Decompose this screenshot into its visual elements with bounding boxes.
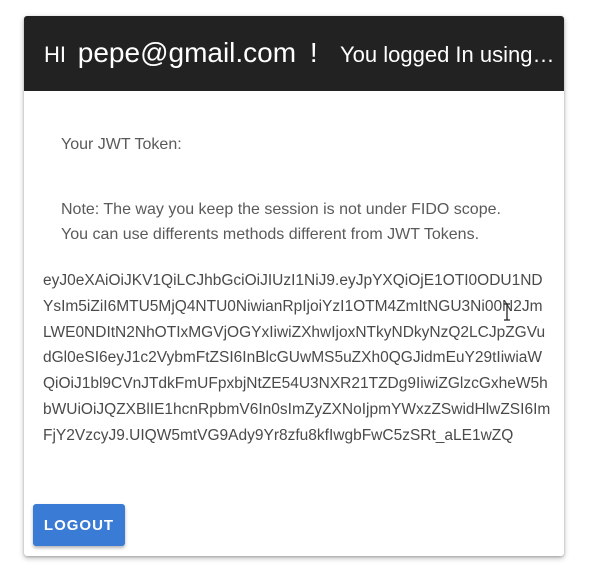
jwt-token-value[interactable]: eyJ0eXAiOiJKV1QiLCJhbGciOiJIUzI1NiJ9.eyJ… xyxy=(43,268,551,449)
note-line-1: Note: The way you keep the session is no… xyxy=(61,201,501,218)
greeting: HI pepe@gmail.com ! xyxy=(44,36,318,72)
session-note: Note: The way you keep the session is no… xyxy=(61,197,531,247)
greeting-exclamation: ! xyxy=(309,37,318,68)
text-cursor-icon xyxy=(504,303,510,321)
app-header: HI pepe@gmail.com ! You logged In using … xyxy=(24,16,564,91)
login-method-text: You logged In using JWT xyxy=(340,42,560,67)
session-card: HI pepe@gmail.com ! You logged In using … xyxy=(24,16,564,556)
greeting-hi: HI xyxy=(44,42,66,67)
logout-button[interactable]: LOGOUT xyxy=(33,504,125,546)
user-email: pepe@gmail.com xyxy=(77,37,297,68)
note-line-2: You can use differents methods different… xyxy=(61,226,480,243)
jwt-token-label: Your JWT Token: xyxy=(61,136,182,153)
